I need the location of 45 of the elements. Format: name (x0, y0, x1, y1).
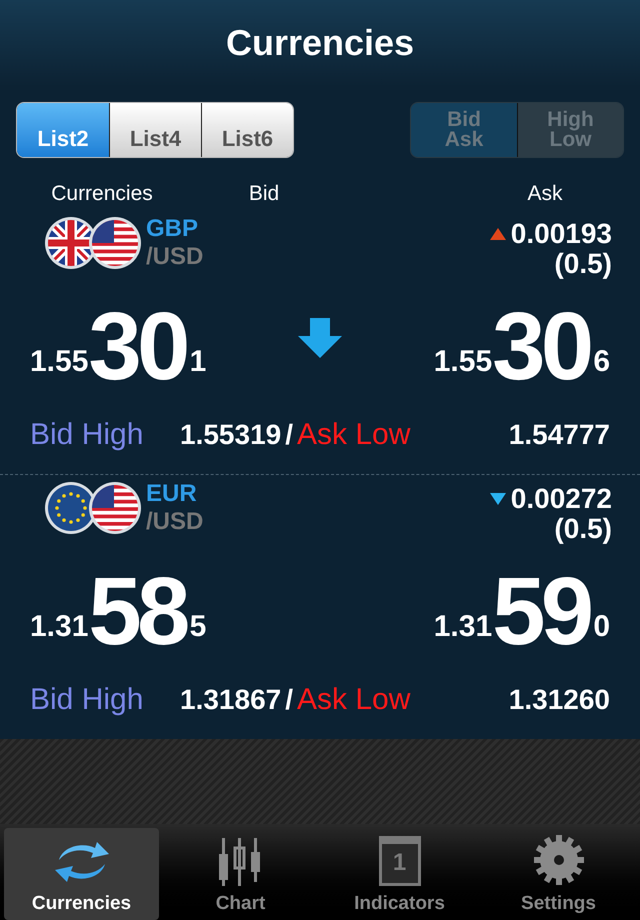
column-header: Ask (526, 181, 564, 207)
bid-high-value: 1.31867 (180, 682, 282, 716)
base-currency: EUR (146, 482, 198, 506)
price-fraction: 5 (190, 609, 206, 645)
tab-bar-item[interactable]: Chart (163, 828, 318, 920)
column-header: Currencies (50, 181, 154, 207)
header-title: Currencies (226, 21, 414, 65)
price-prefix: 1.55 (30, 344, 88, 380)
price-fraction: 1 (190, 344, 206, 380)
list-tab[interactable]: List4 (109, 103, 201, 157)
price-prefix: 1.55 (434, 344, 492, 380)
price-prefix: 1.31 (30, 609, 88, 645)
spread-value: (0.5) (554, 515, 612, 543)
ask-low-label: Ask Low (297, 417, 412, 453)
bid-high-label: Bid High (30, 682, 144, 718)
change-value: 0.00272 (510, 485, 612, 513)
ask-low-label: Ask Low (297, 682, 412, 718)
column-header: Bid (248, 181, 280, 207)
bid-high-label: Bid High (30, 417, 144, 453)
gear-icon (532, 834, 584, 886)
tab-bar-item[interactable]: 1 Indicators (322, 828, 477, 920)
separator: / (285, 418, 293, 452)
bid-high-value: 1.55319 (180, 418, 282, 452)
base-currency: GBP (146, 217, 200, 241)
list-tab[interactable]: List2 (17, 103, 109, 157)
tab-bar-item[interactable]: Currencies (4, 828, 159, 920)
quote-currency: /USD (146, 510, 204, 534)
flag-icon (88, 481, 142, 535)
separator: / (285, 682, 293, 716)
ask-low-value: 1.54777 (508, 418, 610, 452)
price-pips: 58 (88, 568, 186, 655)
price-fraction: 6 (593, 344, 610, 380)
price-pips: 30 (492, 304, 590, 390)
tab-bar-item[interactable]: Settings (481, 828, 636, 920)
calendar-day: 1 (392, 845, 406, 881)
quote-currency: /USD (146, 245, 204, 269)
flag-icon (88, 216, 142, 270)
ask-low-value: 1.31260 (508, 682, 610, 716)
price-prefix: 1.31 (434, 609, 492, 645)
price-fraction: 0 (593, 609, 610, 645)
price-pips: 30 (88, 304, 186, 390)
change-value: 0.00193 (510, 220, 612, 248)
list-tab[interactable]: List6 (201, 103, 293, 157)
spread-value: (0.5) (554, 250, 612, 278)
price-pips: 59 (492, 568, 590, 655)
